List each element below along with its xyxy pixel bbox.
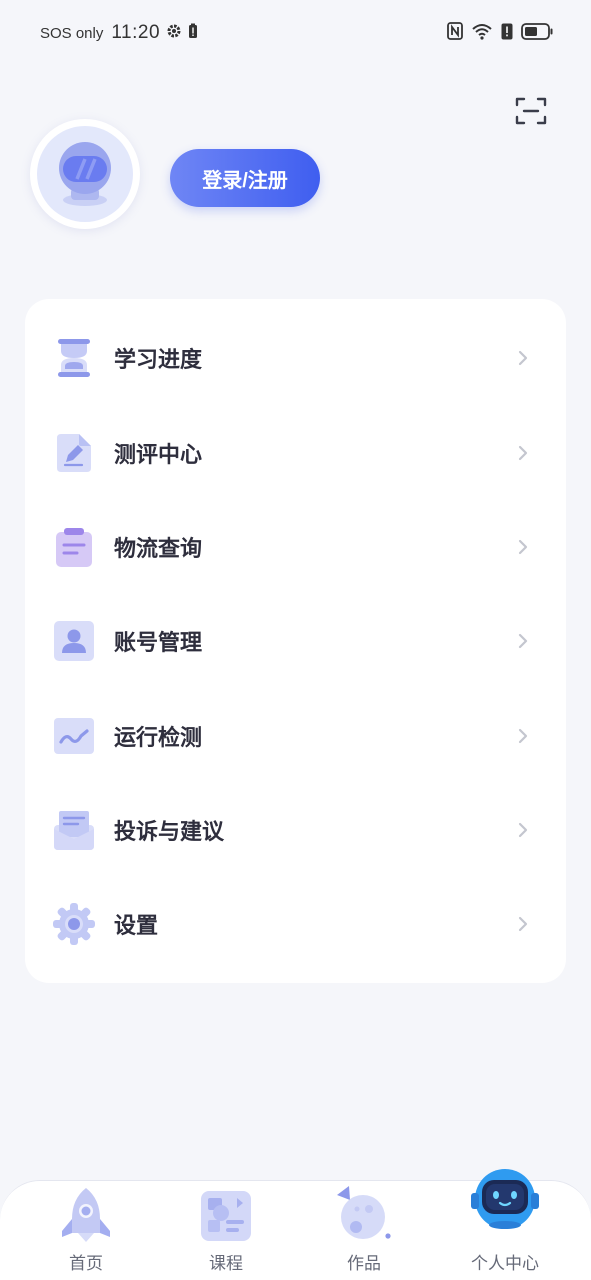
battery-icon [521,22,553,44]
menu-item-account-management[interactable]: 账号管理 [25,594,566,688]
menu-item-logistics-query[interactable]: 物流查询 [25,500,566,594]
carrier-text: SOS only [40,24,104,42]
chevron-right-icon [517,538,529,556]
menu-item-runtime-detection[interactable]: 运行检测 [25,689,566,783]
settings-gear-icon [51,901,97,947]
planet-icon [333,1183,395,1249]
robot-icon [469,1165,541,1241]
alert-icon [501,23,513,44]
menu-item-label: 设置 [114,914,159,939]
nav-item-works[interactable]: 作品 [304,1181,424,1280]
menu-item-label: 账号管理 [114,631,203,656]
mail-feedback-icon [51,807,97,853]
menu-card: 学习进度 测评中心 物流查询 账号管理 运行检测 投诉与建议 设置 [25,299,566,983]
gear-icon [166,23,182,43]
status-bar: SOS only 11:20 [0,0,591,66]
menu-item-label: 物流查询 [114,537,203,562]
nav-label: 个人中心 [471,1254,539,1274]
nav-item-home[interactable]: 首页 [26,1181,146,1280]
nav-item-profile[interactable]: 个人中心 [445,1169,565,1280]
wave-monitor-icon [51,713,97,759]
nfc-icon [447,22,463,44]
astronaut-helmet-icon [51,136,119,212]
scan-icon[interactable] [515,96,547,126]
battery-alert-icon [188,23,198,43]
bottom-nav: 首页 课程 作品 个人中心 [0,1169,591,1280]
avatar-background [37,126,133,222]
status-left: SOS only 11:20 [40,22,198,44]
menu-item-assessment-center[interactable]: 测评中心 [25,406,566,500]
avatar[interactable] [30,119,140,229]
nav-label: 作品 [347,1254,381,1274]
menu-item-label: 投诉与建议 [114,820,225,845]
wifi-icon [471,22,493,44]
chevron-right-icon [517,727,529,745]
nav-label: 课程 [209,1254,243,1274]
rocket-icon [56,1185,116,1249]
course-board-icon [199,1189,253,1247]
chevron-right-icon [517,349,529,367]
menu-item-label: 运行检测 [114,726,203,751]
menu-item-label: 测评中心 [114,443,203,468]
login-register-button[interactable]: 登录/注册 [170,149,320,207]
clock: 11:20 [111,22,161,43]
menu-item-settings[interactable]: 设置 [25,877,566,971]
chevron-right-icon [517,444,529,462]
menu-item-label: 学习进度 [114,348,203,373]
hourglass-icon [51,335,97,381]
user-account-icon [51,618,97,664]
chevron-right-icon [517,821,529,839]
menu-item-complaints-suggestions[interactable]: 投诉与建议 [25,783,566,877]
clipboard-icon [51,524,97,570]
status-right [447,22,553,44]
menu-item-learning-progress[interactable]: 学习进度 [25,311,566,405]
edit-document-icon [51,430,97,476]
chevron-right-icon [517,632,529,650]
nav-item-courses[interactable]: 课程 [166,1181,286,1280]
chevron-right-icon [517,915,529,933]
nav-label: 首页 [69,1254,103,1274]
